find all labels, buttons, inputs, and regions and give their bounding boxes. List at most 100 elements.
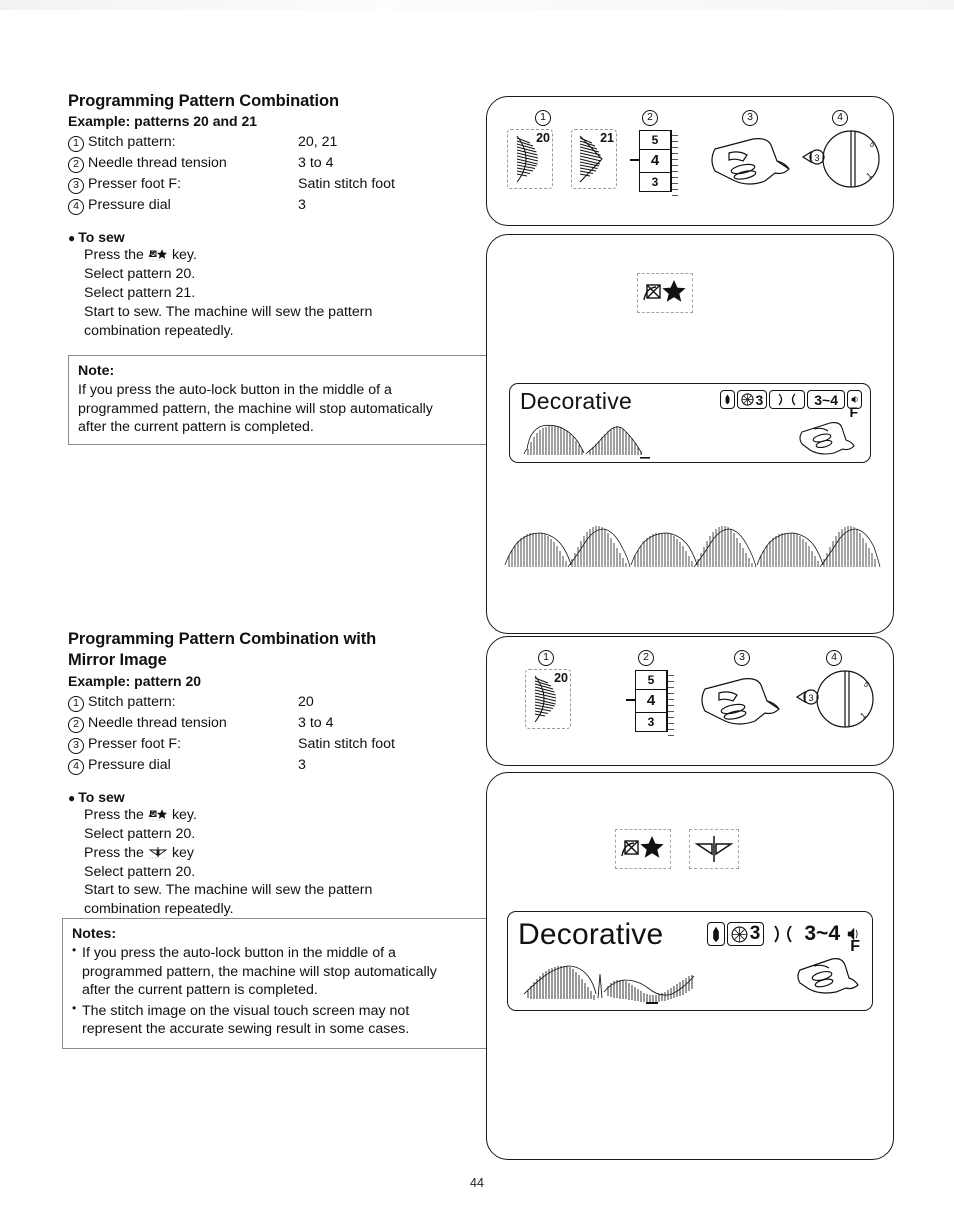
spec-marker: 1	[68, 695, 84, 712]
spec-value: 20	[298, 693, 314, 710]
lcd-presser-foot-icon: F	[796, 404, 858, 461]
notes-title: Notes:	[72, 926, 117, 942]
program-key-icon[interactable]	[615, 829, 671, 869]
page-top-shading	[0, 0, 954, 10]
stitch-width-value: 3~4	[814, 391, 838, 408]
foot-letter: F	[850, 938, 860, 955]
table-row: 3 Presser foot F: Satin stitch foot	[68, 174, 480, 195]
mirror-key-icon[interactable]	[689, 829, 739, 869]
pattern-number: 21	[600, 131, 614, 145]
reference-marker-4: 4	[819, 647, 849, 666]
spec-marker: 3	[68, 178, 84, 195]
tension-value-5: 5	[636, 671, 666, 690]
note-line: represent the accurate sewing result in …	[82, 1021, 410, 1038]
reference-marker-3: 3	[727, 647, 757, 666]
pressure-dial-icon: 3 5 1	[801, 130, 880, 188]
to-sew-heading: ● To sew	[68, 229, 480, 245]
needle-icon[interactable]	[720, 390, 736, 409]
tension-chip[interactable]: 3	[737, 390, 768, 409]
svg-text:3: 3	[808, 693, 813, 703]
lcd-stitch-preview	[522, 416, 702, 465]
spec-label: Presser foot F:	[88, 735, 182, 752]
note-line: If you press the auto-lock button in the…	[82, 945, 396, 962]
spec-marker: 4	[68, 199, 84, 216]
reference-panel-two: 1 2 3 4 20 5 4 3 3 5 1	[486, 636, 894, 766]
note-line: after the current pattern is completed.	[82, 982, 318, 999]
program-key-icon	[147, 807, 169, 822]
stitch-width-icon[interactable]	[766, 922, 801, 946]
pattern-number: 20	[554, 671, 568, 685]
step-text-after: key.	[171, 247, 197, 264]
lcd-stitch-preview	[522, 950, 712, 1011]
bullet-marker: ●	[68, 790, 76, 805]
spec-marker: 3	[68, 737, 84, 754]
section-one-spec-table: 1 Stitch pattern: 20, 21 2 Needle thread…	[68, 132, 480, 216]
notes-box-two: Notes: If you press the auto-lock button…	[62, 918, 492, 1049]
table-row: 2 Needle thread tension 3 to 4	[68, 713, 480, 734]
marker-number: 4	[832, 110, 848, 126]
tension-scale: 5 4 3	[626, 670, 674, 736]
tension-value-3: 3	[640, 173, 670, 191]
program-key-icon[interactable]	[637, 273, 693, 313]
stitch-width-value-chip[interactable]: 3~4	[807, 390, 845, 409]
spec-value: 3	[298, 197, 306, 214]
to-sew-steps: Press the key. Select pattern 20. Press t…	[68, 806, 480, 919]
note-line: after the current pattern is completed.	[78, 419, 314, 436]
spec-label: Stitch pattern:	[88, 134, 176, 151]
step-text-before: Press the	[84, 806, 144, 823]
pattern-swatch: 20	[525, 669, 571, 729]
pressure-dial-icon: 3 5 1	[795, 670, 874, 728]
spec-marker: 1	[68, 136, 84, 153]
marker-number: 2	[638, 650, 654, 666]
reference-panel-one: 1 2 3 4 20 21 5 4 3 3 5 1	[486, 96, 894, 226]
note-line: programmed pattern, the machine will sto…	[82, 963, 437, 980]
step-text-after: key	[171, 844, 195, 861]
stitch-width-icon[interactable]	[769, 390, 806, 409]
needle-icon[interactable]	[706, 922, 725, 946]
marker-number: 3	[734, 650, 750, 666]
section-one-title: Programming Pattern Combination	[68, 92, 340, 110]
stitch-pattern-21: 21	[571, 129, 617, 193]
tension-chip[interactable]: 3	[726, 922, 765, 946]
list-item: Select pattern 20.	[84, 863, 196, 880]
dial-pointer-value: 3	[814, 153, 819, 163]
spec-label: Needle thread tension	[88, 714, 227, 731]
list-item: If you press the auto-lock button in the…	[72, 943, 482, 999]
key-row-one	[637, 273, 693, 313]
spec-value: 3 to 4	[298, 714, 334, 731]
list-item: combination repeatedly.	[84, 901, 234, 918]
list-item: Start to sew. The machine will sew the p…	[84, 304, 373, 321]
stitch-width-value-chip[interactable]: 3~4	[802, 922, 842, 946]
lcd-status-row: 3 3~4	[706, 922, 862, 946]
spec-marker: 2	[68, 157, 84, 174]
table-row: 3 Presser foot F: Satin stitch foot	[68, 734, 480, 755]
section-two-to-sew: ● To sew Press the key. Select pattern 20.…	[68, 789, 480, 919]
spec-value: 3 to 4	[298, 155, 334, 172]
list-item: Press the key	[84, 844, 480, 863]
reference-marker-1: 1	[513, 107, 573, 126]
lcd-title: Decorative	[518, 918, 664, 951]
list-item: Select pattern 21.	[84, 285, 196, 302]
stitch-pattern-20: 20	[507, 129, 553, 193]
tension-dial-icon	[741, 393, 755, 406]
note-line: If you press the auto-lock button in the…	[78, 382, 392, 399]
tension-value: 3	[749, 923, 761, 944]
sewn-pattern-strip-icon	[504, 526, 881, 568]
tension-pointer	[626, 699, 635, 701]
table-row: 1 Stitch pattern: 20	[68, 692, 480, 713]
lcd-display-one[interactable]: Decorative 3 3~4 F	[509, 383, 871, 463]
list-item: combination repeatedly.	[84, 322, 234, 339]
foot-letter: F	[849, 404, 858, 420]
program-key-icon	[147, 247, 169, 262]
reference-marker-1: 1	[531, 647, 561, 666]
lcd-status-row: 3 3~4	[720, 390, 862, 409]
pressure-dial-illustration: 3 5 1	[793, 667, 877, 740]
lcd-display-two[interactable]: Decorative 3 3~4 F	[507, 911, 873, 1011]
tension-pointer	[630, 159, 639, 161]
reference-marker-3: 3	[735, 107, 765, 126]
page-number: 44	[470, 1176, 484, 1190]
section-one-to-sew: ● To sew Press the key. Select pattern 20.…	[68, 229, 480, 340]
spec-label: Pressure dial	[88, 756, 171, 773]
table-row: 4 Pressure dial 3	[68, 195, 480, 216]
note-line: programmed pattern, the machine will sto…	[78, 400, 433, 417]
